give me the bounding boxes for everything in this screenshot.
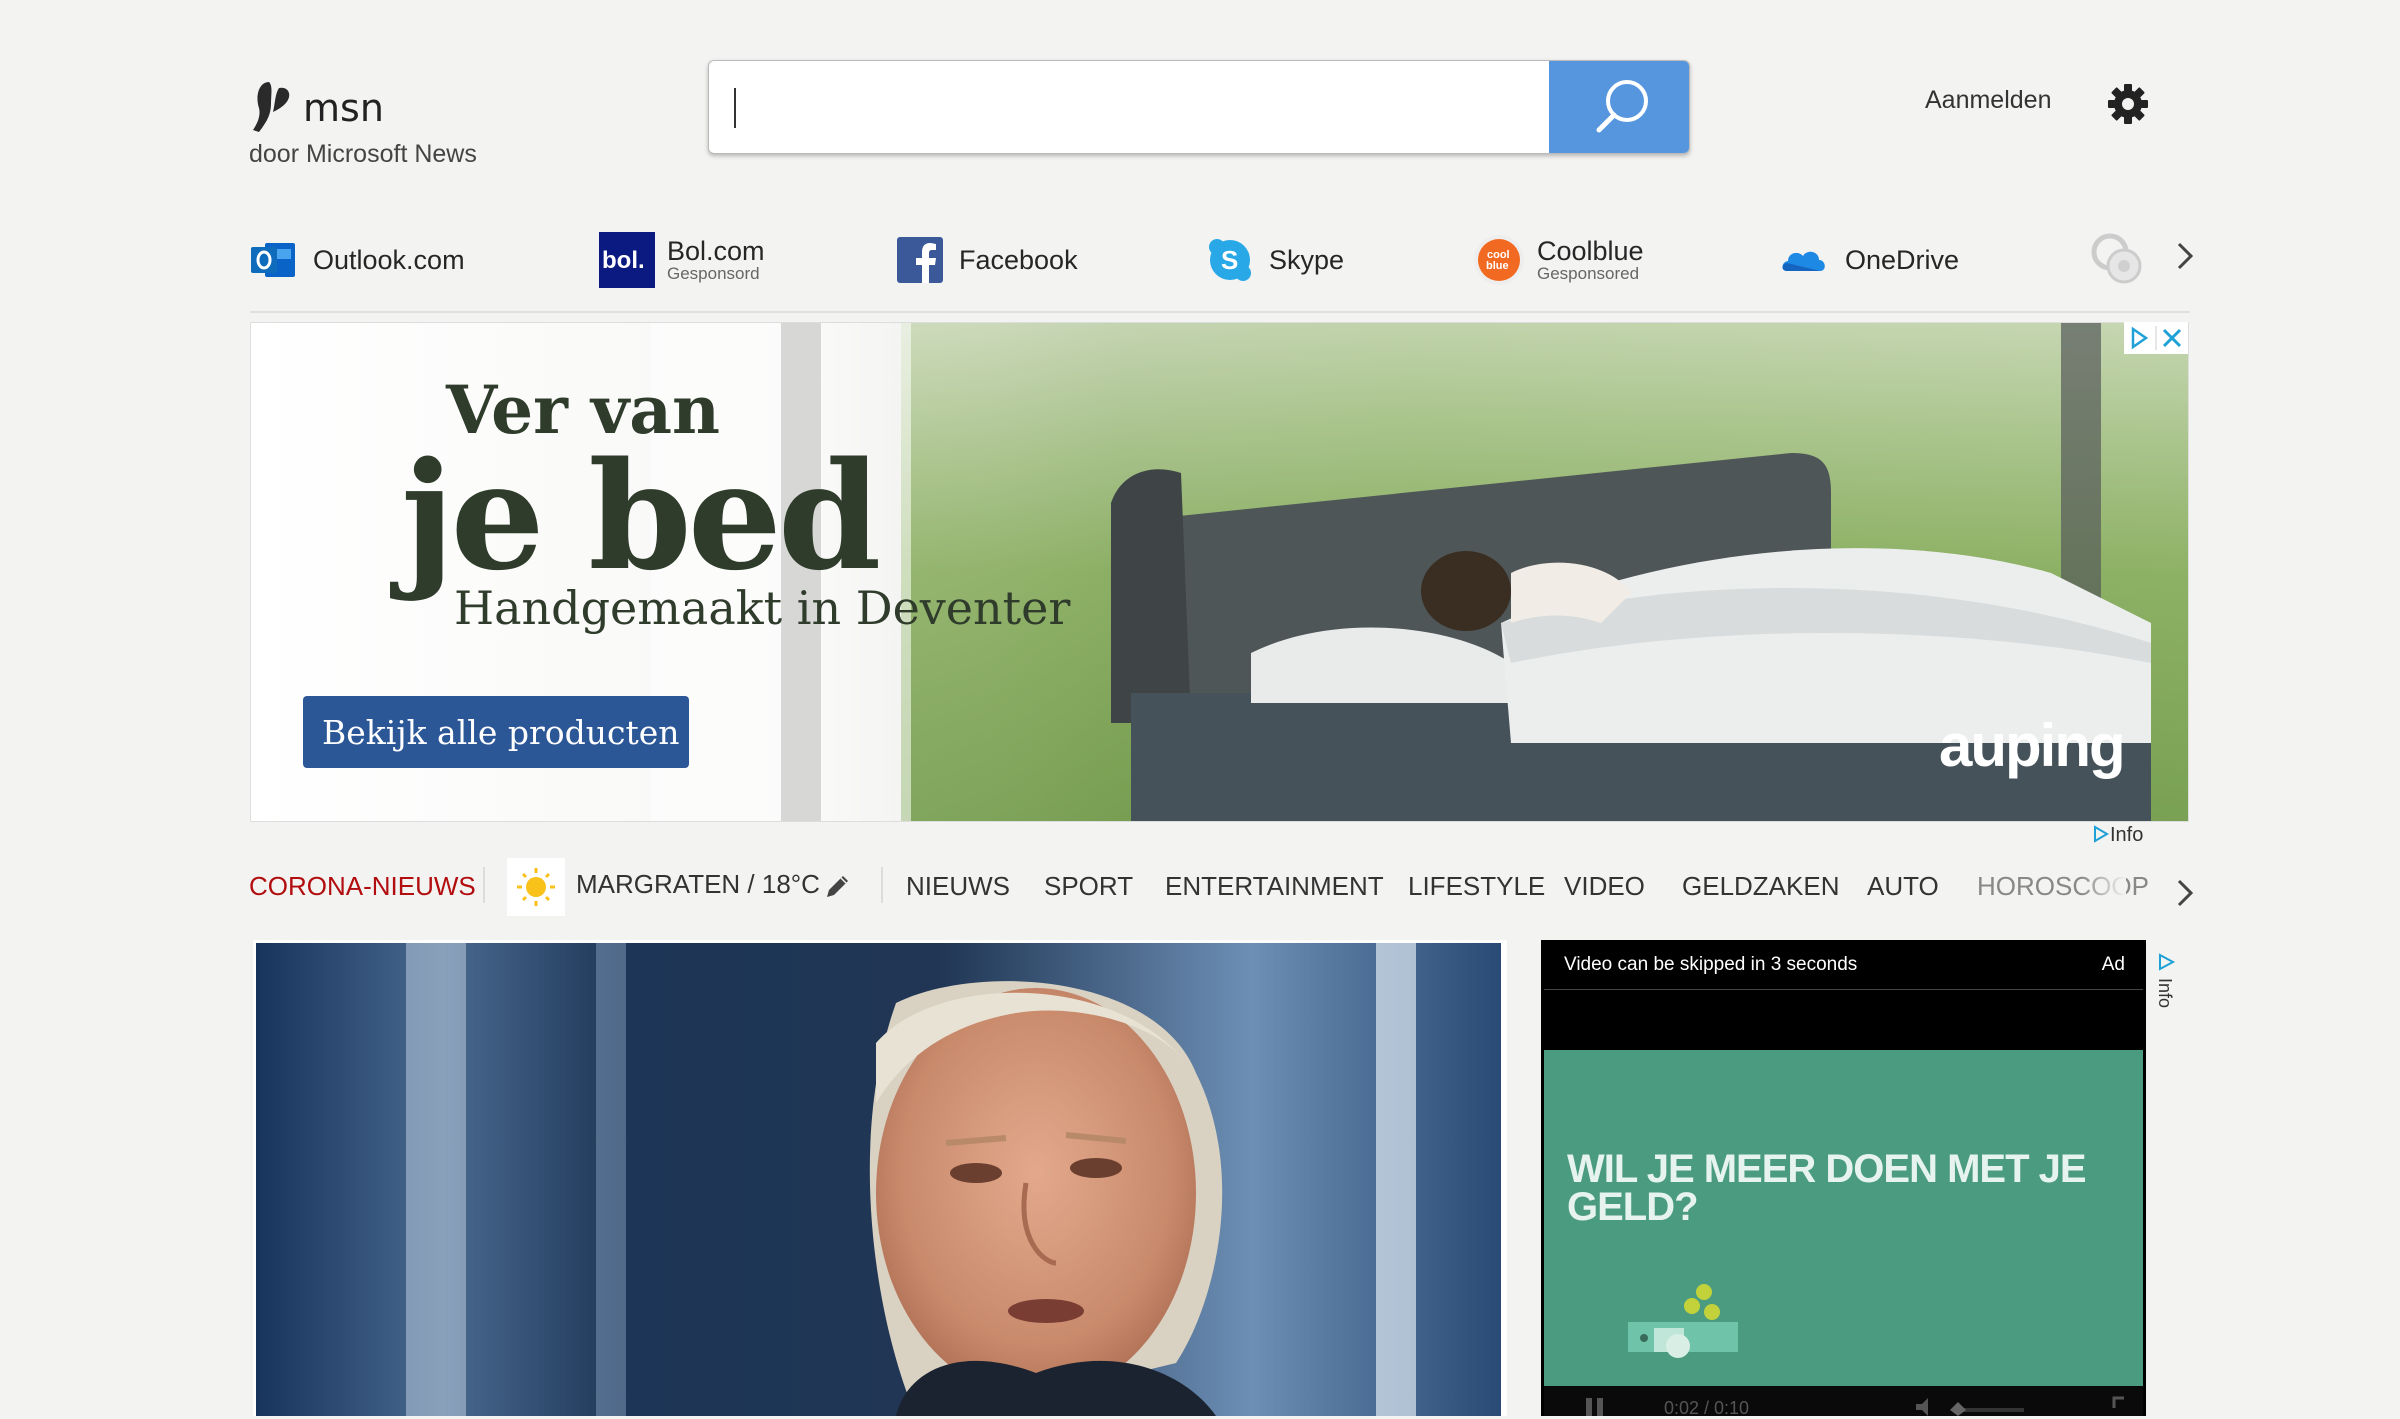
hero-article-image[interactable] bbox=[256, 943, 1501, 1416]
coolblue-icon: cool blue bbox=[1474, 235, 1524, 285]
svg-text:bol.: bol. bbox=[602, 247, 645, 274]
pause-icon[interactable] bbox=[1584, 1396, 1606, 1416]
adchoices-icon bbox=[2094, 825, 2109, 843]
brand-name: msn bbox=[303, 86, 384, 130]
ad-brand-logo: auping bbox=[1939, 712, 2126, 779]
facebook-icon bbox=[897, 237, 943, 283]
bol-icon: bol. bbox=[599, 232, 655, 288]
nav-item-entertainment[interactable]: ENTERTAINMENT bbox=[1165, 871, 1384, 902]
quicklink-label: Outlook.com bbox=[313, 245, 465, 275]
quicklink-label: OneDrive bbox=[1845, 245, 1960, 275]
quicklink-skype[interactable]: S Skype bbox=[1205, 230, 1344, 290]
butterfly-icon bbox=[253, 82, 290, 132]
sponsored-label: Gesponsord bbox=[667, 264, 760, 283]
settings-gear-icon[interactable] bbox=[2106, 82, 2150, 126]
ad-info-link[interactable]: Info bbox=[2092, 824, 2143, 847]
quicklink-outlook[interactable]: Outlook.com bbox=[249, 230, 465, 290]
quicklink-facebook[interactable]: Facebook bbox=[895, 230, 1078, 290]
games-icon[interactable] bbox=[2088, 230, 2146, 288]
search-icon bbox=[1596, 80, 1648, 133]
ad-subheadline: Handgemaakt in Deventer bbox=[454, 581, 1071, 635]
adchoices-icon[interactable] bbox=[2124, 322, 2188, 354]
video-ad-label: Ad bbox=[2101, 954, 2125, 975]
divider bbox=[881, 867, 883, 903]
hero-article-card[interactable] bbox=[253, 940, 1507, 1416]
quicklink-label: Skype bbox=[1269, 245, 1345, 275]
volume-slider[interactable] bbox=[1914, 1396, 2034, 1416]
nav-item-sport[interactable]: SPORT bbox=[1044, 871, 1133, 902]
video-controls: 0:02 / 0:10 bbox=[1544, 1386, 2143, 1418]
edit-pencil-icon[interactable] bbox=[823, 871, 853, 901]
fade-overlay bbox=[2081, 855, 2126, 915]
onedrive-icon bbox=[1782, 251, 1825, 271]
quicklink-onedrive[interactable]: OneDrive bbox=[1779, 230, 1959, 290]
video-headline: WIL JE MEER DOEN MET JE GELD? bbox=[1567, 1150, 2087, 1226]
adchoices-icon bbox=[2159, 953, 2176, 971]
svg-text:blue: blue bbox=[1486, 260, 1509, 272]
quicklink-bol[interactable]: bol. Bol.com Gesponsord bbox=[599, 230, 765, 290]
weather-widget[interactable] bbox=[507, 858, 565, 916]
weather-location[interactable]: MARGRATEN / 18°C bbox=[576, 869, 820, 900]
nav-item-geldzaken[interactable]: GELDZAKEN bbox=[1682, 871, 1840, 902]
nav-item-video[interactable]: VIDEO bbox=[1564, 871, 1645, 902]
coins-illustration bbox=[1628, 1284, 1738, 1358]
brand-tagline: door Microsoft News bbox=[249, 140, 477, 168]
svg-text:S: S bbox=[1221, 245, 1238, 275]
quicklink-coolblue[interactable]: cool blue Coolblue Gesponsored bbox=[1473, 230, 1644, 290]
skype-icon: S bbox=[1209, 239, 1251, 281]
category-nav: CORONA-NIEUWS MARGRATEN / 18°C NIEUWS SP… bbox=[249, 855, 2194, 916]
chevron-right-icon[interactable] bbox=[2170, 238, 2200, 274]
search-button[interactable] bbox=[1549, 61, 1689, 153]
divider bbox=[1544, 989, 2143, 990]
sponsored-label: Gesponsored bbox=[1537, 264, 1640, 283]
fullscreen-icon[interactable] bbox=[2110, 1394, 2132, 1416]
banner-ad[interactable]: Ver van je bed Handgemaakt in Deventer B… bbox=[250, 322, 2189, 822]
quicklink-label: Facebook bbox=[959, 245, 1078, 275]
quicklink-label: Bol.com bbox=[667, 236, 765, 266]
video-frame[interactable]: WIL JE MEER DOEN MET JE GELD? bbox=[1544, 1050, 2143, 1386]
msn-logo[interactable]: msn door Microsoft News bbox=[249, 78, 509, 178]
nav-item-lifestyle[interactable]: LIFESTYLE bbox=[1408, 871, 1545, 902]
search-box bbox=[708, 60, 1690, 154]
search-input[interactable] bbox=[725, 81, 1529, 133]
ad-cta-label: Bekijk alle producten bbox=[322, 712, 680, 752]
signin-link[interactable]: Aanmelden bbox=[1925, 86, 2051, 115]
nav-item-auto[interactable]: AUTO bbox=[1867, 871, 1939, 902]
outlook-icon bbox=[251, 243, 295, 277]
sun-icon bbox=[517, 868, 555, 906]
ad-headline-large: je bed bbox=[401, 429, 881, 603]
ad-info-label: Info bbox=[2110, 824, 2144, 846]
ad-cta-button[interactable]: Bekijk alle producten bbox=[303, 696, 689, 768]
nav-item-nieuws[interactable]: NIEUWS bbox=[906, 871, 1010, 902]
nav-item-corona[interactable]: CORONA-NIEUWS bbox=[249, 871, 476, 902]
video-skip-notice: Video can be skipped in 3 seconds bbox=[1564, 954, 1858, 975]
video-ad-info-label: Info bbox=[2155, 978, 2175, 1009]
video-ad-player[interactable]: Video can be skipped in 3 seconds Ad WIL… bbox=[1541, 940, 2146, 1418]
video-ad-info-link[interactable]: Info bbox=[2155, 952, 2183, 1012]
chevron-right-icon[interactable] bbox=[2170, 875, 2200, 911]
quicklink-label: Coolblue bbox=[1537, 236, 1644, 266]
text-caret bbox=[734, 88, 736, 128]
divider bbox=[483, 867, 485, 903]
divider bbox=[250, 311, 2190, 313]
